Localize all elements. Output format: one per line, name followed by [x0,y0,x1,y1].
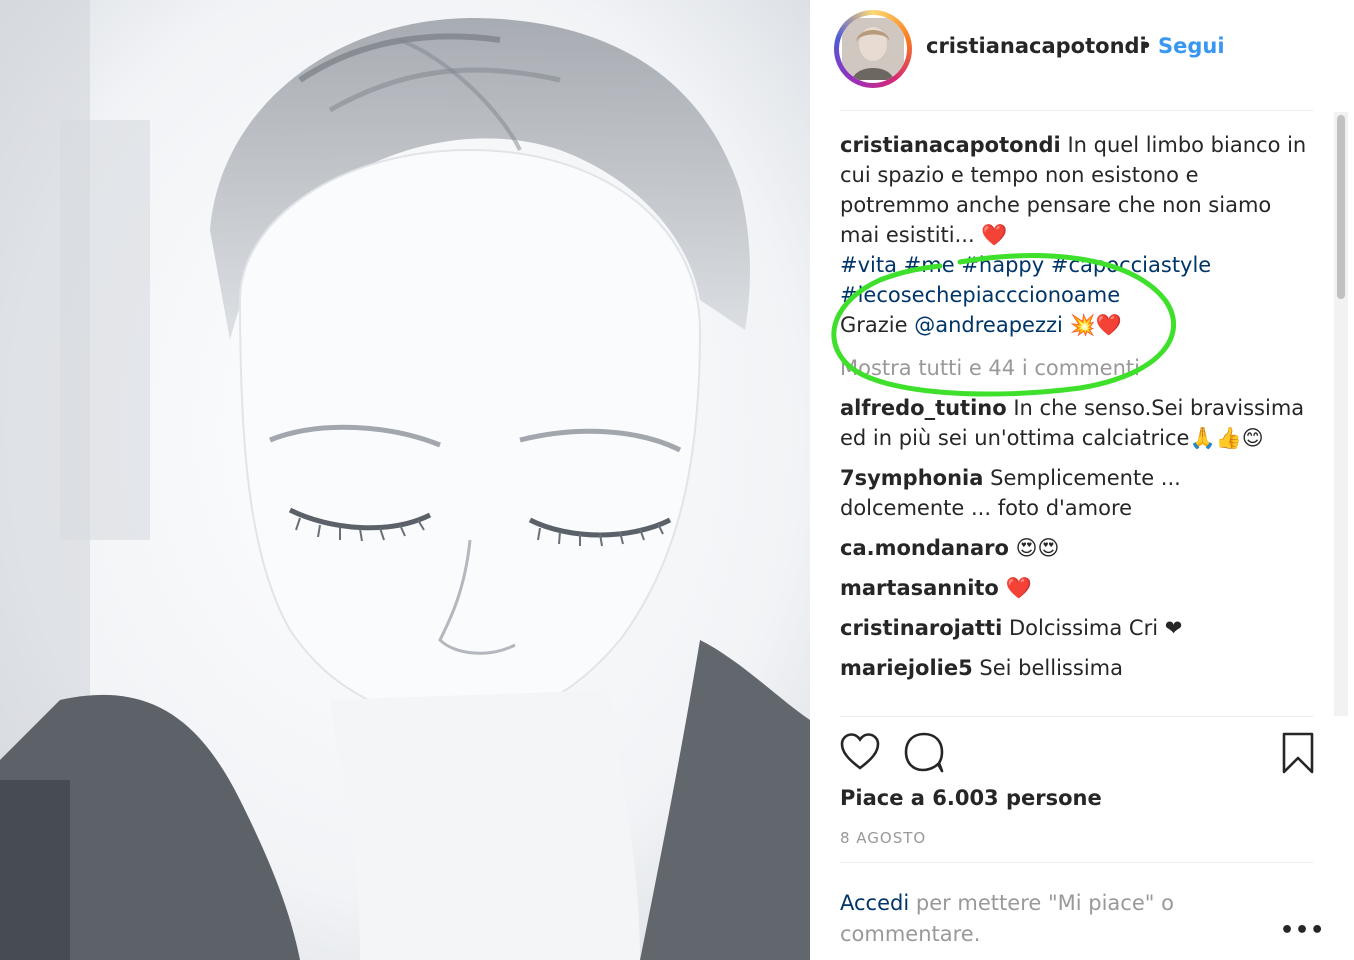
comments-divider [840,716,1314,717]
comment-item: cristinarojatti Dolcissima Cri ❤ [840,613,1310,643]
more-options-button[interactable]: ••• [1280,918,1325,943]
comment-item: mariejolie5 Sei bellissima [840,653,1310,683]
comment-username[interactable]: alfredo_tutino [840,396,1007,420]
avatar-portrait-icon [842,18,904,80]
heart-emoji-icon: ❤️ [1095,313,1122,337]
comment-item: 7symphonia Semplicemente ... dolcemente … [840,463,1310,523]
caption-hashtags: #vita #me #happy #capocciastyle #lecosec… [840,250,1310,310]
comments-scrollbar[interactable] [1334,112,1348,716]
comment-username[interactable]: ca.mondanaro [840,536,1009,560]
comment-emoji: ❤️ [1005,576,1032,600]
follow-button[interactable]: Segui [1158,34,1225,58]
comment-item: alfredo_tutino In che senso.Sei bravissi… [840,393,1310,453]
comment-text: Dolcissima Cri [1008,616,1159,640]
comment-item: martasannito ❤️ [840,573,1310,603]
comment-username[interactable]: mariejolie5 [840,656,973,680]
comment-emoji: 🙏👍😊 [1189,426,1264,450]
comment-username[interactable]: cristinarojatti [840,616,1002,640]
collision-emoji-icon: 💥 [1069,313,1096,337]
hashtag-link[interactable]: #vita [840,253,897,277]
hashtag-link[interactable]: #happy [961,253,1044,277]
avatar-image [839,15,907,83]
post-caption: cristianacapotondi In quel limbo bianco … [840,130,1310,250]
likes-count[interactable]: Piace a 6.003 persone [840,786,1102,810]
caption-thanks: Grazie @andreapezzi 💥❤️ [840,310,1310,340]
author-username[interactable]: cristianacapotondi [926,34,1147,58]
login-prompt: Accedi per mettere "Mi piace" o commenta… [840,888,1240,950]
comment-item: ca.mondanaro 😍😍 [840,533,1310,563]
like-button[interactable] [838,730,882,774]
thanks-text: Grazie [840,313,908,337]
view-all-comments-link[interactable]: Mostra tutti e 44 i commenti [840,353,1310,383]
hashtag-link[interactable]: #capocciastyle [1051,253,1211,277]
author-avatar[interactable] [834,10,912,88]
comments-list[interactable]: cristianacapotondi In quel limbo bianco … [840,130,1310,714]
heart-emoji-icon: ❤️ [981,223,1008,247]
comment-emoji: ❤ [1164,616,1183,640]
mention-link[interactable]: @andreapezzi [914,313,1063,337]
post-header: cristianacapotondi • Segui [810,0,1354,96]
scrollbar-thumb[interactable] [1337,115,1345,299]
post-sidebar: cristianacapotondi • Segui cristianacapo… [810,0,1354,960]
hashtag-link[interactable]: #me [904,253,955,277]
heart-outline-icon [840,733,880,770]
post-date: 8 AGOSTO [840,829,927,847]
post-photo[interactable] [0,0,810,960]
header-divider [840,110,1314,111]
footer-divider [840,862,1314,863]
post-actions [810,730,1354,790]
save-button[interactable] [1276,730,1320,774]
comment-button[interactable] [902,730,946,774]
header-separator: • [1140,34,1153,58]
comment-username[interactable]: martasannito [840,576,999,600]
caption-username[interactable]: cristianacapotondi [840,133,1061,157]
comment-emoji: 😍😍 [1015,536,1060,560]
bookmark-icon [1282,732,1314,774]
comment-text: Sei bellissima [979,656,1123,680]
speech-bubble-icon [904,732,944,773]
hashtag-link[interactable]: #lecosechepiacccionoame [840,283,1120,307]
comment-username[interactable]: 7symphonia [840,466,983,490]
portrait-image [0,0,810,960]
login-link[interactable]: Accedi [840,891,909,915]
